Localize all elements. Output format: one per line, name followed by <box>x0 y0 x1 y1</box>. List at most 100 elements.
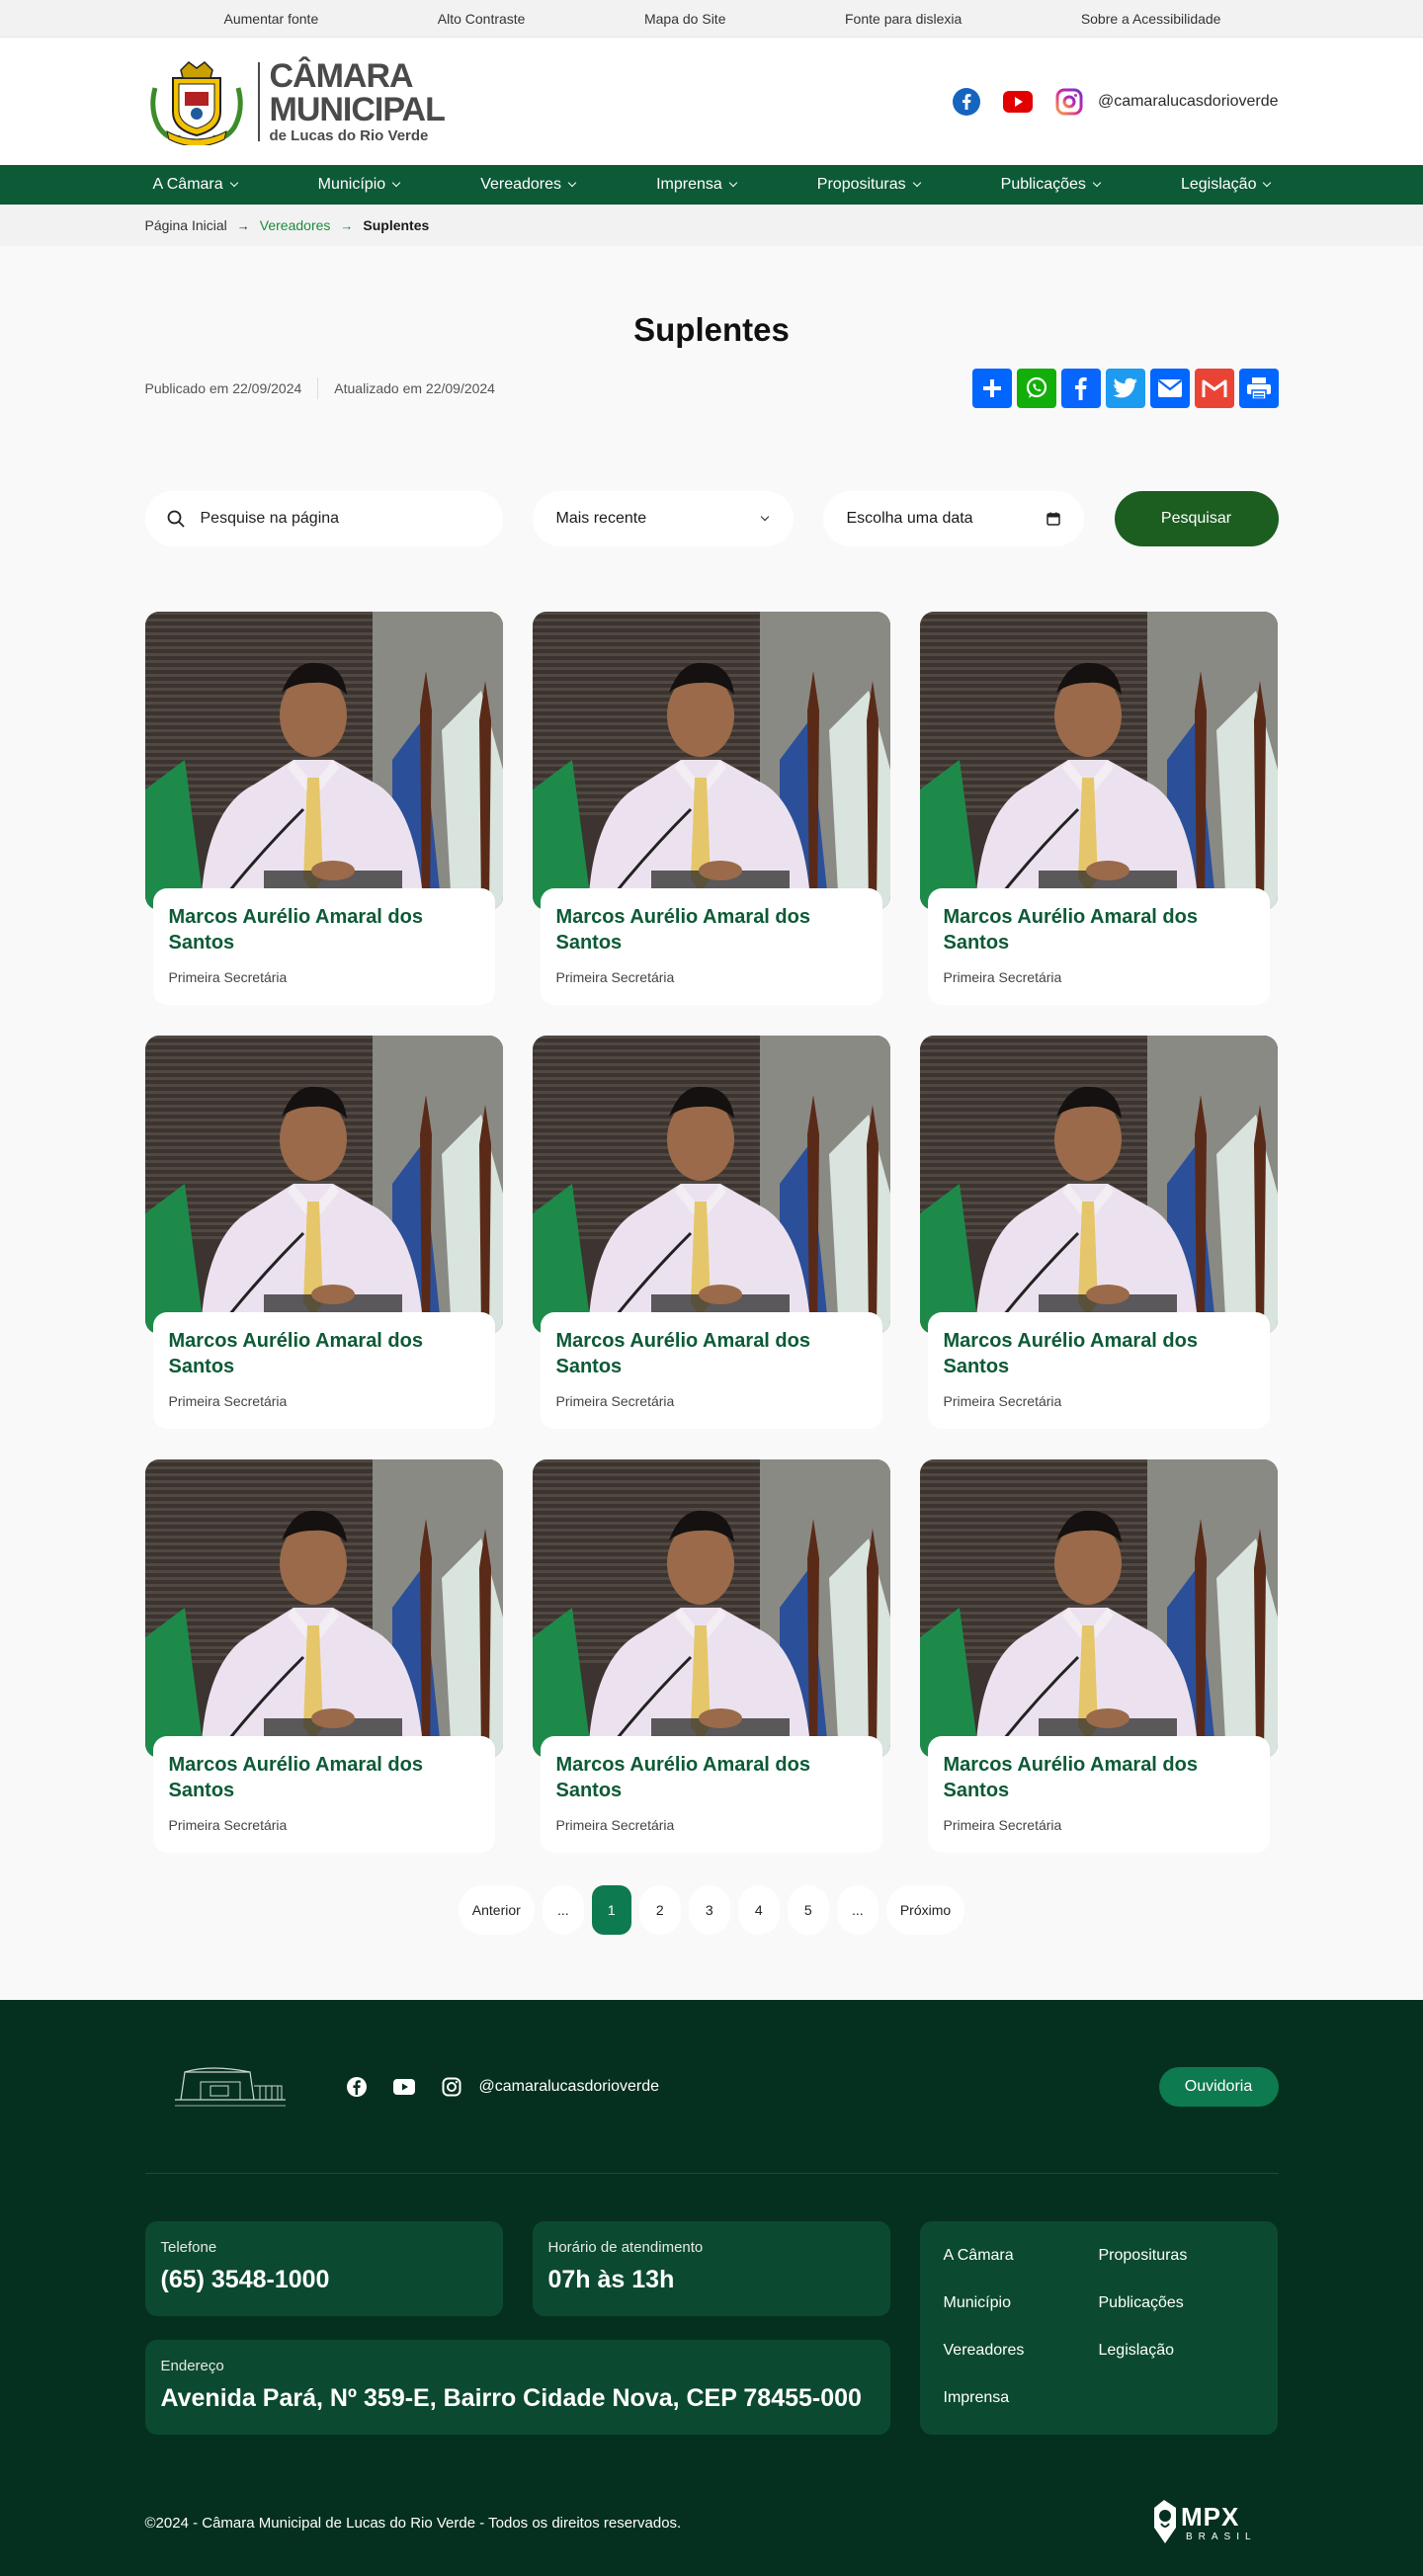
councilor-name[interactable]: Marcos Aurélio Amaral dos Santos <box>556 1328 867 1379</box>
councilor-role: Primeira Secretária <box>943 969 1062 985</box>
councilor-name[interactable]: Marcos Aurélio Amaral dos Santos <box>169 904 479 956</box>
councilor-name[interactable]: Marcos Aurélio Amaral dos Santos <box>944 1328 1254 1379</box>
councilor-card[interactable]: Marcos Aurélio Amaral dos Santos Primeir… <box>919 1036 1278 1429</box>
phone-value[interactable]: (65) 3548-1000 <box>161 2266 487 2294</box>
twitter-icon[interactable] <box>1105 369 1145 408</box>
site-logo[interactable]: CÂMARA MUNICIPAL de Lucas do Rio Verde <box>145 58 446 145</box>
nav-item-camara[interactable]: A Câmara <box>153 176 238 194</box>
card-body: Marcos Aurélio Amaral dos Santos Primeir… <box>540 1736 882 1853</box>
chevron-down-icon <box>912 178 921 188</box>
logo-line2: MUNICIPAL <box>269 91 446 128</box>
whatsapp-icon[interactable] <box>1016 369 1056 408</box>
search-input[interactable] <box>200 510 467 528</box>
header-social-handle[interactable]: @camaralucasdorioverde <box>1098 93 1279 111</box>
facebook-share-icon[interactable] <box>1060 369 1101 408</box>
councilor-photo[interactable] <box>144 1459 503 1758</box>
councilor-card[interactable]: Marcos Aurélio Amaral dos Santos Primeir… <box>144 612 503 1005</box>
pagination-ellipsis[interactable]: ... <box>542 1885 584 1935</box>
pagination-page[interactable]: 1 <box>591 1885 631 1935</box>
councilor-photo[interactable] <box>919 1459 1278 1758</box>
facebook-icon[interactable] <box>345 2075 369 2099</box>
building-logo-icon <box>174 2066 286 2106</box>
gmail-icon[interactable] <box>1194 369 1234 408</box>
councilor-name[interactable]: Marcos Aurélio Amaral dos Santos <box>944 904 1254 956</box>
councilor-card[interactable]: Marcos Aurélio Amaral dos Santos Primeir… <box>144 1459 503 1853</box>
dyslexia-font-link[interactable]: Fonte para dislexia <box>845 11 962 27</box>
chevron-down-icon <box>567 178 577 188</box>
councilor-photo[interactable] <box>144 612 503 910</box>
footer-link-municipio[interactable]: Município <box>944 2292 1099 2314</box>
nav-item-municipio[interactable]: Município <box>318 176 401 194</box>
updated-date: Atualizado em 22/09/2024 <box>334 380 495 396</box>
councilor-name[interactable]: Marcos Aurélio Amaral dos Santos <box>169 1752 479 1803</box>
pagination-page[interactable]: 3 <box>688 1885 730 1935</box>
pagination-page[interactable]: 5 <box>787 1885 829 1935</box>
nav-item-proposituras[interactable]: Proposituras <box>817 176 921 194</box>
card-body: Marcos Aurélio Amaral dos Santos Primeir… <box>927 1312 1270 1429</box>
share-plus-icon[interactable] <box>971 369 1012 408</box>
footer-link-legislacao[interactable]: Legislação <box>1099 2340 1254 2362</box>
instagram-icon[interactable] <box>440 2075 463 2099</box>
site-map-link[interactable]: Mapa do Site <box>644 11 726 27</box>
footer-link-publicacoes[interactable]: Publicações <box>1099 2292 1254 2314</box>
pagination-page[interactable]: 2 <box>638 1885 681 1935</box>
councilor-name[interactable]: Marcos Aurélio Amaral dos Santos <box>556 1752 867 1803</box>
nav-item-publicacoes[interactable]: Publicações <box>1001 176 1102 194</box>
sort-select[interactable]: Mais recente <box>532 491 794 546</box>
footer-social-handle[interactable]: @camaralucasdorioverde <box>479 2078 660 2096</box>
nav-item-vereadores[interactable]: Vereadores <box>480 176 577 194</box>
councilor-photo[interactable] <box>532 612 890 910</box>
chevron-down-icon <box>760 512 769 522</box>
footer-link-imprensa[interactable]: Imprensa <box>944 2387 1099 2409</box>
pagination-ellipsis[interactable]: ... <box>836 1885 879 1935</box>
footer-link-proposituras[interactable]: Proposituras <box>1099 2245 1254 2267</box>
councilor-name[interactable]: Marcos Aurélio Amaral dos Santos <box>169 1328 479 1379</box>
councilor-card[interactable]: Marcos Aurélio Amaral dos Santos Primeir… <box>919 1459 1278 1853</box>
councilor-photo[interactable] <box>919 1036 1278 1334</box>
councilor-photo[interactable] <box>532 1459 890 1758</box>
councilor-role: Primeira Secretária <box>943 1817 1062 1833</box>
search-field[interactable] <box>144 491 503 546</box>
card-body: Marcos Aurélio Amaral dos Santos Primeir… <box>927 888 1270 1005</box>
instagram-icon[interactable] <box>1054 87 1084 117</box>
card-body: Marcos Aurélio Amaral dos Santos Primeir… <box>152 1736 495 1853</box>
ouvidoria-button[interactable]: Ouvidoria <box>1158 2066 1279 2107</box>
logo-text: CÂMARA MUNICIPAL de Lucas do Rio Verde <box>269 59 446 143</box>
councilor-card[interactable]: Marcos Aurélio Amaral dos Santos Primeir… <box>532 1459 890 1853</box>
councilor-photo[interactable] <box>532 1036 890 1334</box>
councilor-card[interactable]: Marcos Aurélio Amaral dos Santos Primeir… <box>144 1036 503 1429</box>
nav-item-label: Imprensa <box>656 176 722 193</box>
site-header: CÂMARA MUNICIPAL de Lucas do Rio Verde @… <box>0 38 1423 165</box>
councilor-name[interactable]: Marcos Aurélio Amaral dos Santos <box>944 1752 1254 1803</box>
print-icon[interactable] <box>1238 369 1279 408</box>
increase-font-link[interactable]: Aumentar fonte <box>224 11 319 27</box>
nav-item-legislacao[interactable]: Legislação <box>1181 176 1272 194</box>
footer-link-vereadores[interactable]: Vereadores <box>944 2340 1099 2362</box>
facebook-icon[interactable] <box>952 87 981 117</box>
councilor-card[interactable]: Marcos Aurélio Amaral dos Santos Primeir… <box>532 612 890 1005</box>
brand-sub-text: BRASIL <box>1186 2532 1257 2542</box>
councilor-card[interactable]: Marcos Aurélio Amaral dos Santos Primeir… <box>919 612 1278 1005</box>
councilor-card[interactable]: Marcos Aurélio Amaral dos Santos Primeir… <box>532 1036 890 1429</box>
high-contrast-link[interactable]: Alto Contraste <box>438 11 526 27</box>
email-icon[interactable] <box>1149 369 1190 408</box>
about-accessibility-link[interactable]: Sobre a Acessibilidade <box>1081 11 1221 27</box>
published-date: Publicado em 22/09/2024 <box>144 380 302 396</box>
breadcrumb-section[interactable]: Vereadores <box>260 217 331 233</box>
youtube-icon[interactable] <box>392 2075 416 2099</box>
mpx-brasil-logo[interactable]: MPX BRASIL <box>1150 2494 1279 2551</box>
pagination-prev[interactable]: Anterior <box>458 1885 535 1935</box>
breadcrumb-home[interactable]: Página Inicial <box>145 217 227 233</box>
main-nav: A Câmara Município Vereadores Imprensa P… <box>0 165 1423 205</box>
search-button[interactable]: Pesquisar <box>1114 491 1279 546</box>
date-picker-placeholder: Escolha uma data <box>846 510 973 527</box>
pagination-next[interactable]: Próximo <box>885 1885 965 1935</box>
footer-link-camara[interactable]: A Câmara <box>944 2245 1099 2267</box>
youtube-icon[interactable] <box>1002 87 1033 117</box>
councilor-photo[interactable] <box>144 1036 503 1334</box>
date-picker[interactable]: Escolha uma data <box>822 491 1084 546</box>
councilor-photo[interactable] <box>919 612 1278 910</box>
pagination-page[interactable]: 4 <box>737 1885 780 1935</box>
nav-item-imprensa[interactable]: Imprensa <box>656 176 738 194</box>
councilor-name[interactable]: Marcos Aurélio Amaral dos Santos <box>556 904 867 956</box>
